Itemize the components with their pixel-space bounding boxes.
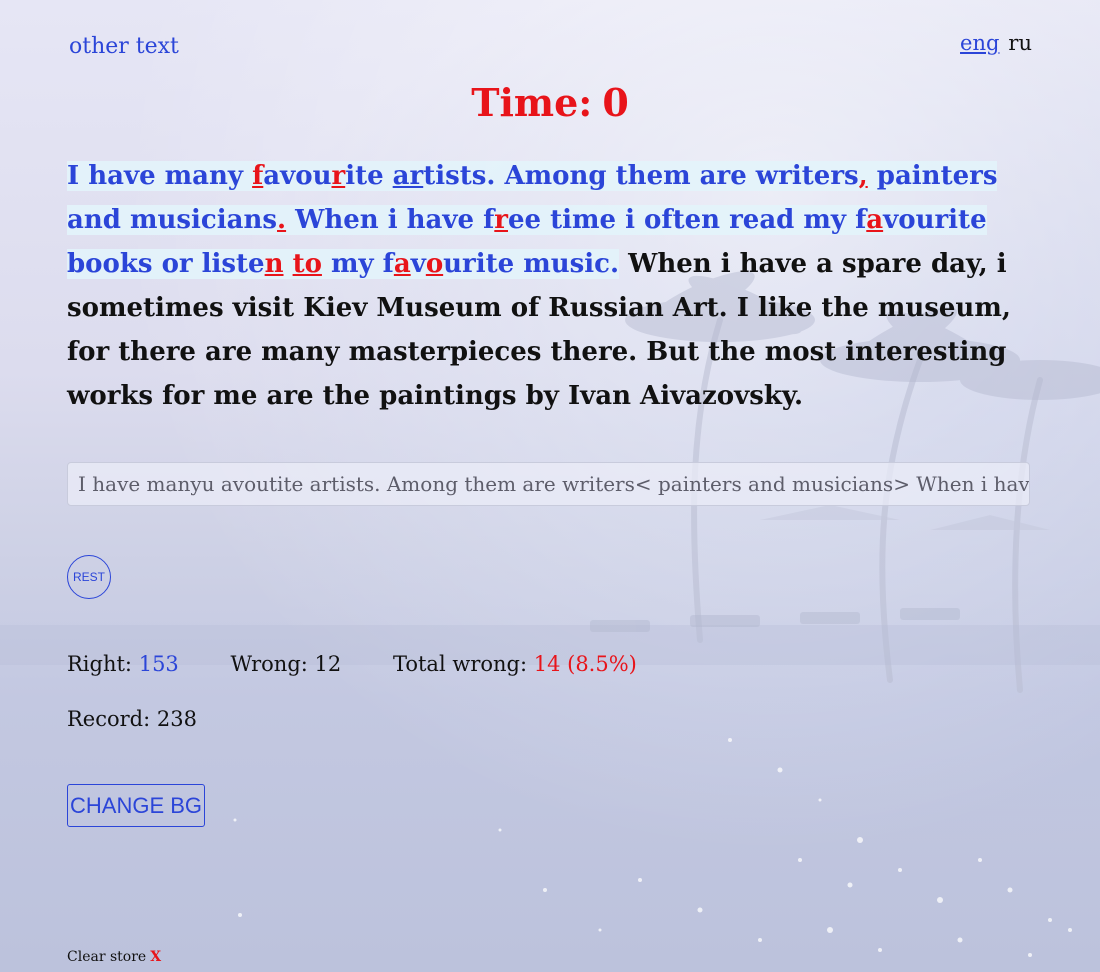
- typing-passage: I have many favourite artists. Among the…: [67, 154, 1027, 418]
- clear-store: Clear store X: [67, 949, 161, 965]
- typed-error-char: .: [277, 205, 287, 235]
- stat-total-wrong-label: Total wrong:: [392, 652, 528, 676]
- typed-correct-text: ite: [345, 161, 393, 191]
- typed-correct-text: When i have f: [286, 205, 495, 235]
- typed-correct-text: urite music.: [443, 249, 620, 279]
- record-value: 238: [156, 707, 197, 731]
- lang-eng-link[interactable]: eng: [960, 31, 999, 55]
- stat-wrong: Wrong: 12: [230, 652, 341, 676]
- typed-correct-text: my f: [321, 249, 394, 279]
- typed-correct-text: tists. Among them are writers: [423, 161, 859, 191]
- stat-right-label: Right:: [67, 652, 133, 676]
- typed-error-char: n: [264, 249, 284, 279]
- stat-right: Right: 153: [67, 652, 179, 676]
- record: Record: 238: [67, 707, 197, 731]
- typed-error-char: a: [866, 205, 884, 235]
- other-text-link[interactable]: other text: [69, 34, 179, 59]
- stat-right-value: 153: [138, 652, 179, 676]
- typed-correct-text: avou: [263, 161, 332, 191]
- clear-store-label: Clear store: [67, 949, 147, 965]
- timer-label: Time:: [471, 80, 593, 125]
- typed-error-char: o: [425, 249, 444, 279]
- stats-row: Right: 153 Wrong: 12 Total wrong: 14 (8.…: [67, 652, 682, 676]
- typed-correct-text: ee time i often read my f: [508, 205, 867, 235]
- typed-error-char: r: [331, 161, 346, 191]
- language-switcher: eng ru: [960, 31, 1032, 55]
- typing-input[interactable]: I have manyu avoutite artists. Among the…: [67, 462, 1030, 506]
- stat-wrong-value: 12: [314, 652, 342, 676]
- typed-error-char: to: [292, 249, 322, 279]
- typed-error-char: f: [252, 161, 264, 191]
- typed-correct-text: v: [410, 249, 426, 279]
- timer: Time: 0: [0, 80, 1100, 125]
- stat-wrong-label: Wrong:: [230, 652, 308, 676]
- typed-correct-text: ar: [392, 161, 424, 191]
- change-bg-button[interactable]: CHANGE BG: [67, 784, 206, 827]
- typed-correct-text: I have many: [67, 161, 253, 191]
- typed-error-char: ,: [858, 161, 868, 191]
- lang-ru-link[interactable]: ru: [1008, 31, 1032, 55]
- typed-error-char: a: [393, 249, 411, 279]
- stat-total-wrong-value: 14 (8.5%): [533, 652, 637, 676]
- restart-button[interactable]: REST: [67, 555, 111, 599]
- stat-total-wrong: Total wrong: 14 (8.5%): [393, 652, 637, 676]
- record-label: Record:: [67, 707, 151, 731]
- timer-value: 0: [602, 80, 629, 125]
- typed-correct-text: [284, 249, 293, 279]
- x-icon[interactable]: X: [150, 949, 161, 965]
- typed-error-char: r: [494, 205, 508, 235]
